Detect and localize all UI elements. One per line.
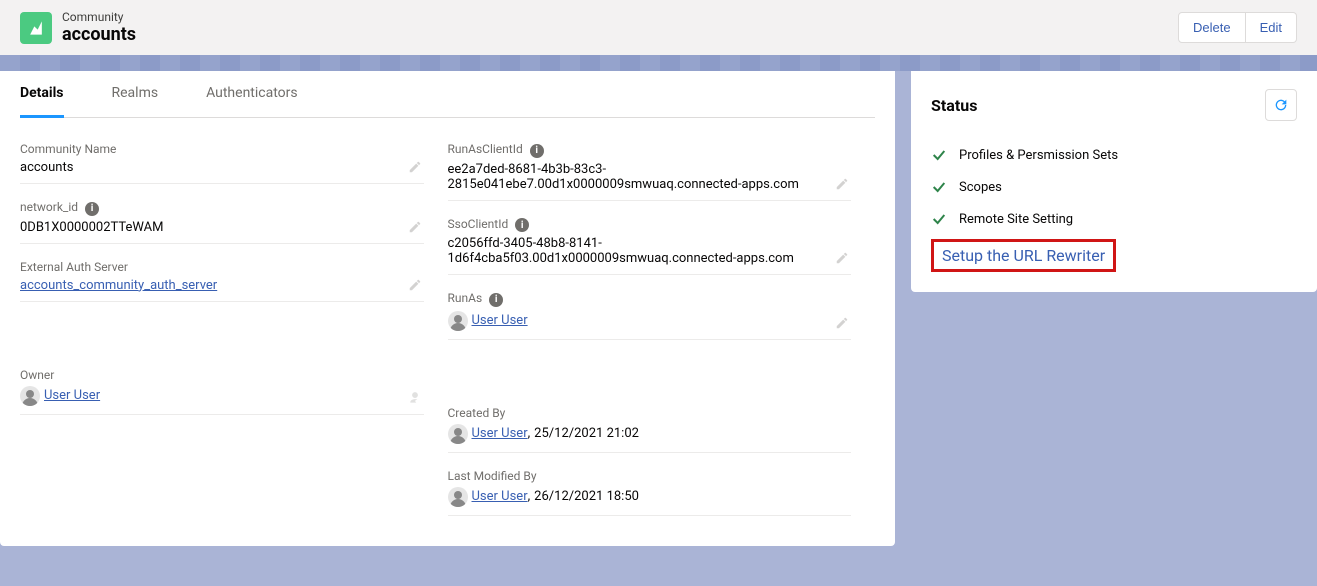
edit-pencil-icon[interactable] xyxy=(408,219,422,233)
field-label: RunAsClientId i xyxy=(448,142,852,158)
left-column: Community Name accounts network_id i 0DB… xyxy=(20,136,448,526)
label-text: network_id xyxy=(20,200,78,214)
highlighted-action: Setup the URL Rewriter xyxy=(931,239,1116,272)
separator: , xyxy=(528,426,531,441)
field-label: Last Modified By xyxy=(448,469,852,483)
field-label: External Auth Server xyxy=(20,260,424,274)
setup-url-rewriter-link[interactable]: Setup the URL Rewriter xyxy=(942,246,1105,265)
edit-pencil-icon[interactable] xyxy=(835,176,849,190)
header-left: Community accounts xyxy=(20,10,136,45)
refresh-icon xyxy=(1273,97,1289,113)
field-label: Owner xyxy=(20,368,424,382)
refresh-button[interactable] xyxy=(1265,89,1297,121)
field-label: SsoClientId i xyxy=(448,217,852,233)
right-column: RunAsClientId i ee2a7ded-8681-4b3b-83c3-… xyxy=(448,136,876,526)
tab-realms[interactable]: Realms xyxy=(112,71,159,117)
delete-button[interactable]: Delete xyxy=(1178,12,1246,43)
modified-by-user-link[interactable]: User User xyxy=(472,489,528,504)
field-label: RunAs i xyxy=(448,291,852,307)
field-owner: Owner User User xyxy=(20,362,424,415)
label-text: RunAs xyxy=(448,291,483,305)
info-icon[interactable]: i xyxy=(489,293,503,307)
edit-button[interactable]: Edit xyxy=(1246,12,1297,43)
edit-pencil-icon[interactable] xyxy=(408,159,422,173)
field-external-auth-server: External Auth Server accounts_community_… xyxy=(20,254,424,302)
info-icon[interactable]: i xyxy=(530,144,544,158)
field-value: User User xyxy=(448,311,852,331)
runas-user-link[interactable]: User User xyxy=(472,313,528,328)
edit-pencil-icon[interactable] xyxy=(408,277,422,291)
avatar-icon xyxy=(20,386,40,406)
check-icon xyxy=(931,179,947,195)
tab-authenticators[interactable]: Authenticators xyxy=(206,71,298,117)
header-actions: Delete Edit xyxy=(1178,12,1297,43)
created-by-user-link[interactable]: User User xyxy=(472,426,528,441)
modified-timestamp: 26/12/2021 18:50 xyxy=(534,489,639,504)
details-fields: Community Name accounts network_id i 0DB… xyxy=(20,136,875,526)
field-value: User User, 26/12/2021 18:50 xyxy=(448,487,852,507)
field-label: network_id i xyxy=(20,200,424,216)
edit-pencil-icon[interactable] xyxy=(835,315,849,329)
field-sso-client-id: SsoClientId i c2056ffd-3405-48b8-8141-1d… xyxy=(448,211,852,276)
field-created-by: Created By User User, 25/12/2021 21:02 xyxy=(448,400,852,453)
avatar-icon xyxy=(448,487,468,507)
status-item-label: Remote Site Setting xyxy=(959,212,1073,227)
avatar-icon xyxy=(448,311,468,331)
status-header: Status xyxy=(931,89,1297,121)
edit-pencil-icon[interactable] xyxy=(835,250,849,264)
field-value: accounts xyxy=(20,160,424,175)
info-icon[interactable]: i xyxy=(515,218,529,232)
tabs: Details Realms Authenticators xyxy=(20,71,875,118)
status-item-label: Profiles & Persmission Sets xyxy=(959,148,1118,163)
status-item: Scopes xyxy=(931,171,1297,203)
decorative-band xyxy=(0,55,1317,71)
check-icon xyxy=(931,147,947,163)
main-panel: Details Realms Authenticators Community … xyxy=(0,71,895,546)
field-value: User User, 25/12/2021 21:02 xyxy=(448,424,852,444)
field-runas-client-id: RunAsClientId i ee2a7ded-8681-4b3b-83c3-… xyxy=(448,136,852,201)
check-icon xyxy=(931,211,947,227)
page-title: accounts xyxy=(62,24,136,45)
field-last-modified-by: Last Modified By User User, 26/12/2021 1… xyxy=(448,463,852,516)
field-network-id: network_id i 0DB1X0000002TTeWAM xyxy=(20,194,424,244)
change-owner-icon[interactable] xyxy=(408,390,422,404)
field-value: User User xyxy=(20,386,424,406)
field-value: 0DB1X0000002TTeWAM xyxy=(20,220,424,235)
status-title: Status xyxy=(931,96,977,115)
field-community-name: Community Name accounts xyxy=(20,136,424,184)
field-value: c2056ffd-3405-48b8-8141-1d6f4cba5f03.00d… xyxy=(448,236,852,266)
label-text: SsoClientId xyxy=(448,217,509,231)
avatar-icon xyxy=(448,424,468,444)
separator: , xyxy=(528,489,531,504)
field-runas: RunAs i User User xyxy=(448,285,852,340)
info-icon[interactable]: i xyxy=(85,202,99,216)
status-item: Profiles & Persmission Sets xyxy=(931,139,1297,171)
header-titles: Community accounts xyxy=(62,10,136,45)
field-value: ee2a7ded-8681-4b3b-83c3-2815e041ebe7.00d… xyxy=(448,162,852,192)
external-auth-link[interactable]: accounts_community_auth_server xyxy=(20,278,217,293)
field-label: Community Name xyxy=(20,142,424,156)
status-item-label: Scopes xyxy=(959,180,1002,195)
created-timestamp: 25/12/2021 21:02 xyxy=(534,426,639,441)
field-value: accounts_community_auth_server xyxy=(20,278,424,293)
page-header: Community accounts Delete Edit xyxy=(0,0,1317,55)
tab-details[interactable]: Details xyxy=(20,71,64,118)
community-app-icon xyxy=(20,12,52,44)
status-panel: Status Profiles & Persmission Sets Scope… xyxy=(911,71,1317,292)
field-label: Created By xyxy=(448,406,852,420)
status-list: Profiles & Persmission Sets Scopes Remot… xyxy=(931,139,1297,272)
status-item: Remote Site Setting xyxy=(931,203,1297,235)
header-category: Community xyxy=(62,10,136,24)
label-text: RunAsClientId xyxy=(448,142,523,156)
owner-link[interactable]: User User xyxy=(44,388,100,403)
